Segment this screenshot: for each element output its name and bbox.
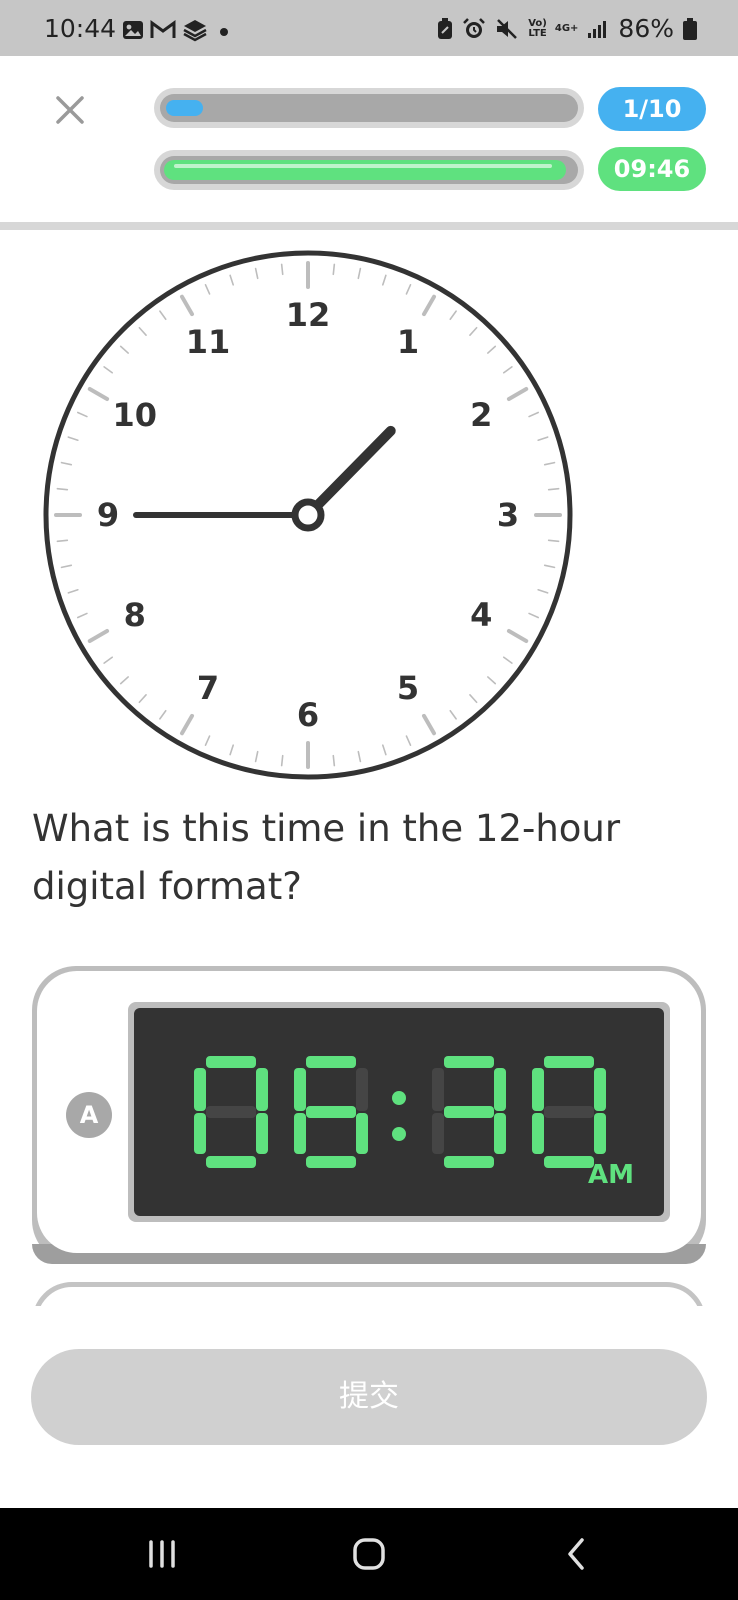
lcd-segment xyxy=(294,1068,306,1111)
lcd-segment xyxy=(194,1068,206,1111)
recents-button[interactable] xyxy=(132,1528,192,1580)
clock-center-pin xyxy=(291,498,325,532)
back-button[interactable] xyxy=(546,1528,606,1580)
stack-icon xyxy=(183,20,207,42)
lcd-segment xyxy=(532,1068,544,1111)
lcd-segment xyxy=(306,1056,356,1068)
clock-number: 9 xyxy=(97,496,119,534)
analog-clock: 12 1 2 3 4 5 6 7 8 9 10 11 xyxy=(33,248,583,798)
battery-percent: 86% xyxy=(618,14,674,43)
option-a-badge: A xyxy=(66,1092,112,1138)
status-bar: 10:44 Vo) LTE 4G+ 86% xyxy=(0,0,738,56)
lcd-segment xyxy=(206,1106,256,1118)
lcd-segment xyxy=(594,1113,606,1154)
battery-icon xyxy=(683,17,697,40)
lcd-segment xyxy=(356,1068,368,1111)
clock-minute-tick xyxy=(332,263,336,276)
meridiem-label: AM xyxy=(588,1160,634,1190)
question-progress-bar xyxy=(154,88,584,128)
header-divider xyxy=(0,222,738,230)
lcd-segment xyxy=(494,1113,506,1154)
clock-minute-tick xyxy=(56,487,69,491)
clock-minute-tick xyxy=(56,539,69,543)
timer-bar xyxy=(154,150,584,190)
lcd-segment xyxy=(356,1113,368,1154)
clock-number: 5 xyxy=(397,669,419,707)
clock-number: 8 xyxy=(124,596,146,634)
lcd-segment xyxy=(544,1156,594,1168)
clock-number: 2 xyxy=(470,396,492,434)
digital-clock-display: AM xyxy=(128,1002,670,1222)
status-left-icons xyxy=(122,18,230,42)
clock-minute-tick xyxy=(280,263,284,276)
signal-icon xyxy=(588,20,607,38)
submit-button[interactable]: 提交 xyxy=(31,1349,707,1445)
home-button[interactable] xyxy=(339,1528,399,1580)
clock-minute-tick xyxy=(332,754,336,767)
clock-minute-tick xyxy=(547,487,560,491)
lcd-segment xyxy=(206,1056,256,1068)
status-right-icons: Vo) LTE 4G+ 86% xyxy=(436,14,698,43)
timer-fill xyxy=(164,160,566,180)
clock-minute-tick xyxy=(280,754,284,767)
lcd-segment xyxy=(206,1156,256,1168)
lcd-segment xyxy=(532,1113,544,1154)
clock-number: 7 xyxy=(197,669,219,707)
close-icon xyxy=(56,96,84,124)
network-type-label: 4G+ xyxy=(554,22,579,34)
lcd-segment xyxy=(444,1056,494,1068)
dot-icon xyxy=(220,28,228,36)
recents-icon xyxy=(149,1540,175,1568)
clock-number: 6 xyxy=(297,696,319,734)
lcd-segment xyxy=(256,1068,268,1111)
lcd-segment xyxy=(544,1056,594,1068)
timer-badge: 09:46 xyxy=(598,147,706,191)
question-text: What is this time in the 12-hour digital… xyxy=(32,807,621,908)
mute-icon xyxy=(497,18,518,39)
lcd-segment xyxy=(256,1113,268,1154)
lcd-segment xyxy=(444,1106,494,1118)
lcd-segment xyxy=(306,1156,356,1168)
lcd-colon-dot xyxy=(392,1091,406,1105)
status-time: 10:44 xyxy=(44,14,117,43)
digital-time: AM xyxy=(194,1056,634,1190)
question-counter-badge: 1/10 xyxy=(598,87,706,131)
lcd-segment xyxy=(432,1068,444,1111)
option-a-card[interactable]: A AM xyxy=(32,966,706,1264)
lcd-segment xyxy=(306,1106,356,1118)
clock-number: 10 xyxy=(113,396,158,434)
clock-number: 12 xyxy=(286,296,331,334)
lcd-segment xyxy=(294,1113,306,1154)
lcd-segment xyxy=(194,1113,206,1154)
volte-label: Vo) LTE xyxy=(528,17,547,39)
gmail-icon xyxy=(150,20,176,38)
clock-number: 1 xyxy=(397,323,419,361)
lcd-segment xyxy=(544,1106,594,1118)
home-icon xyxy=(353,1538,385,1570)
lcd-segment xyxy=(594,1068,606,1111)
clock-minute-tick xyxy=(547,539,560,543)
lcd-colon-dot xyxy=(392,1127,406,1141)
clock-number: 4 xyxy=(470,596,492,634)
gallery-icon xyxy=(123,21,143,39)
alarm-icon xyxy=(463,17,486,38)
back-icon xyxy=(568,1538,584,1570)
clock-number: 11 xyxy=(186,323,231,361)
close-button[interactable] xyxy=(50,90,90,130)
battery-saver-icon xyxy=(438,17,453,39)
question-progress-fill xyxy=(166,100,203,116)
lcd-segment xyxy=(444,1156,494,1168)
lcd-segment xyxy=(494,1068,506,1111)
system-nav-bar xyxy=(0,1508,738,1600)
clock-number: 3 xyxy=(497,496,519,534)
lcd-segment xyxy=(432,1113,444,1154)
clock-face: 121234567891011 xyxy=(43,250,573,780)
